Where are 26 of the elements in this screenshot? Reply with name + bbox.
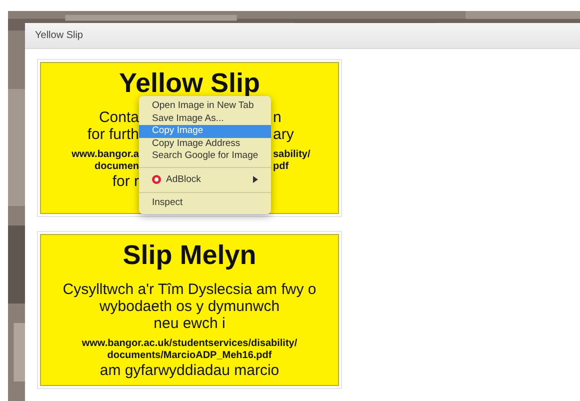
slip-text: neu ewch i <box>154 315 226 332</box>
slip-text: Cysylltwch a'r Tîm Dyslecsia am fwy o <box>62 281 316 298</box>
menu-item[interactable]: Search Google for Image <box>139 150 271 162</box>
slip-text: for furth <box>87 126 139 143</box>
window-title: Yellow Slip <box>35 29 83 43</box>
slip-text: documents/MarcioADP_Meh16.pdf <box>107 350 272 362</box>
menu-item[interactable]: Open Image in New Tab <box>139 100 271 112</box>
slip-text: ary <box>273 126 294 143</box>
menu-item[interactable]: Inspect <box>139 197 271 210</box>
stop-sign-icon <box>152 175 161 184</box>
slip-text: www.bangor.ac.uk/studentservices/disability/ <box>82 338 298 350</box>
slip-text: sability/ <box>273 149 310 161</box>
slip-title: Slip Melyn <box>122 239 256 271</box>
slip-title: Yellow Slip <box>118 67 260 99</box>
slip-text: wybodaeth os y dymunwch <box>99 298 280 315</box>
slip-text: for r <box>112 173 139 190</box>
slip-text: documen <box>94 161 139 173</box>
slip-text: Conta <box>98 109 139 126</box>
menu-item[interactable]: Copy Image Address <box>139 138 271 150</box>
slip-text: www.bangor.a <box>72 149 139 161</box>
slip-text: n <box>273 109 282 126</box>
submenu-arrow-icon <box>253 176 258 184</box>
menu-item[interactable]: AdBlock <box>139 172 271 188</box>
slip-text: am gyfarwyddiadau marcio <box>100 362 280 379</box>
slip-text: pdf <box>273 161 289 173</box>
menu-item[interactable]: Save Image As... <box>139 112 271 125</box>
